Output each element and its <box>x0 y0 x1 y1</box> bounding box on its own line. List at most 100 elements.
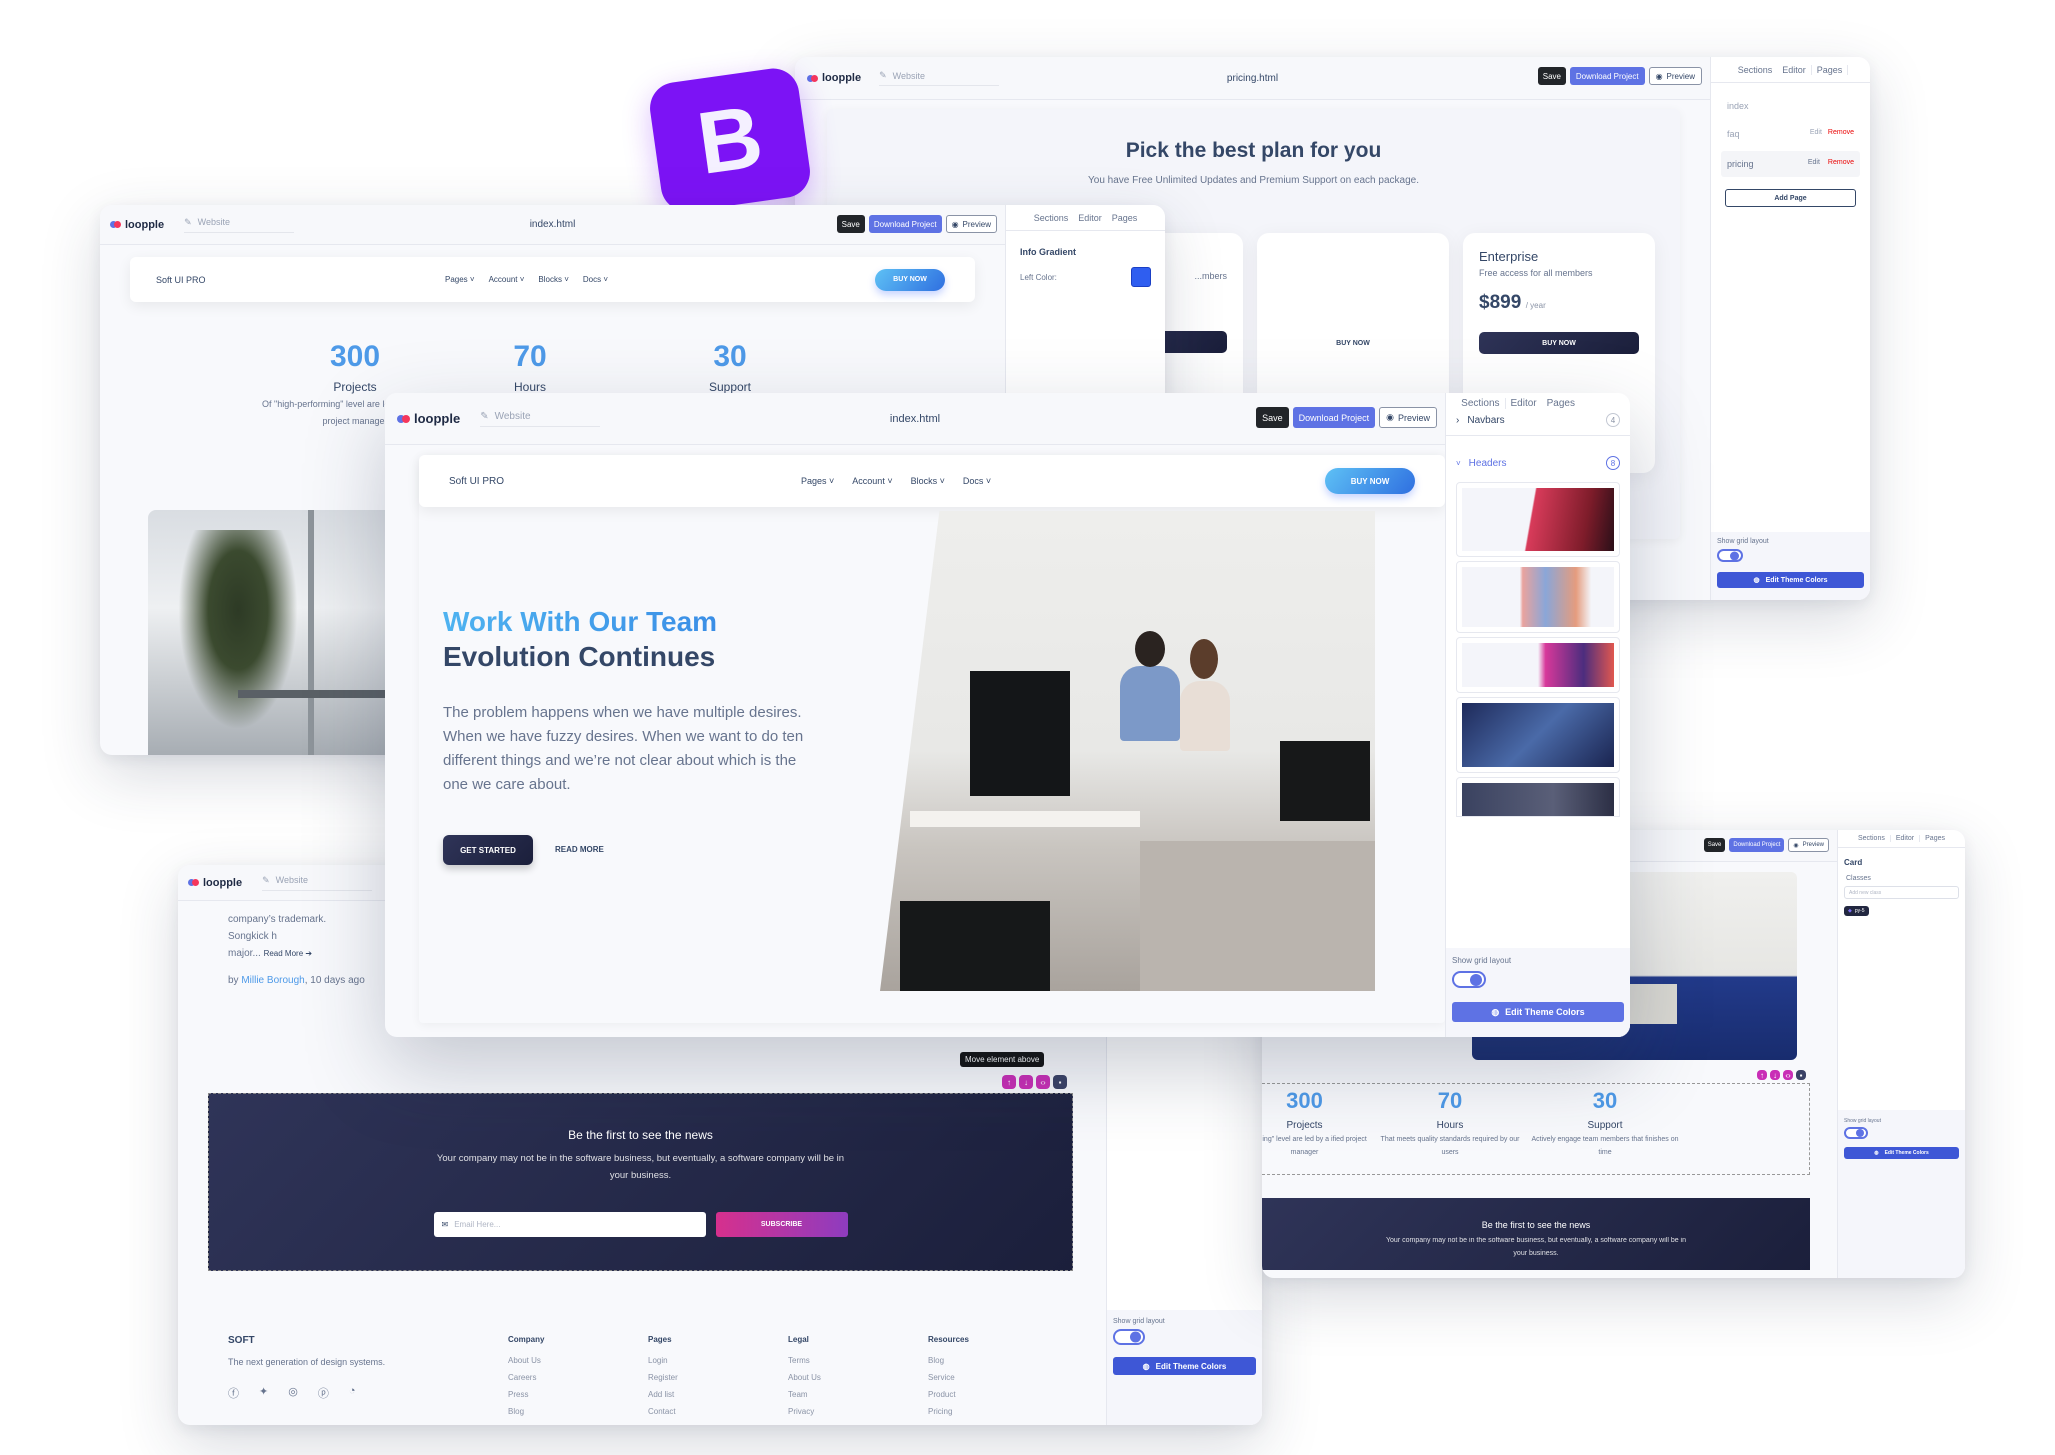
footer-link[interactable]: Press <box>508 1386 648 1403</box>
footer-link[interactable]: Register <box>648 1369 788 1386</box>
preview-button[interactable]: ◉ Preview <box>1788 838 1829 852</box>
nav-link-pages[interactable]: Pages ˅ <box>445 275 475 284</box>
edit-theme-colors-button[interactable]: ◍ Edit Theme Colors <box>1452 1002 1624 1022</box>
show-grid-toggle[interactable] <box>1844 1127 1868 1139</box>
read-more-button[interactable]: READ MORE <box>555 845 604 854</box>
edit-theme-colors-button[interactable]: ◍ Edit Theme Colors <box>1717 572 1864 588</box>
save-button[interactable]: Save <box>1256 407 1289 428</box>
header-thumb-3[interactable] <box>1456 637 1620 693</box>
author-link[interactable]: Millie Borough <box>241 975 304 986</box>
nav-link-account[interactable]: Account ˅ <box>489 275 525 284</box>
footer-link[interactable]: Blog <box>508 1403 648 1420</box>
download-project-button[interactable]: Download Project <box>868 215 942 233</box>
section-headers[interactable]: ˅ Headers 8 <box>1446 436 1630 478</box>
code-icon[interactable]: ‹› <box>1783 1070 1793 1080</box>
website-name-field[interactable]: ✎ Website <box>262 875 373 891</box>
move-down-icon[interactable]: ↓ <box>1770 1070 1780 1080</box>
section-navbars[interactable]: › Navbars 4 <box>1446 413 1630 436</box>
download-project-button[interactable]: Download Project <box>1729 838 1785 852</box>
add-class-input[interactable]: Add new class <box>1844 886 1959 899</box>
show-grid-toggle[interactable] <box>1717 549 1743 562</box>
tab-pages[interactable]: Pages <box>1542 398 1580 409</box>
preview-button[interactable]: ◉ Preview <box>945 215 997 233</box>
nav-link-blocks[interactable]: Blocks ˅ <box>911 476 945 486</box>
footer-link[interactable]: Careers <box>508 1369 648 1386</box>
brand-name[interactable]: Soft UI PRO <box>449 476 504 487</box>
instagram-icon[interactable]: ◎ <box>288 1385 298 1401</box>
code-icon[interactable]: ‹› <box>1036 1075 1050 1089</box>
page-item-pricing[interactable]: pricing Edit Remove <box>1721 151 1860 177</box>
footer-link[interactable]: About Us <box>788 1369 928 1386</box>
twitter-icon[interactable]: ✦ <box>259 1385 268 1401</box>
header-thumb-2[interactable] <box>1456 561 1620 633</box>
class-tag[interactable]: ◆ py-5 <box>1844 906 1869 916</box>
buy-now-button[interactable]: BUY NOW <box>1273 332 1433 354</box>
save-button[interactable]: Save <box>836 215 865 233</box>
loopple-logo[interactable]: loopple <box>110 219 164 231</box>
move-down-icon[interactable]: ↓ <box>1019 1075 1033 1089</box>
subscribe-button[interactable]: SUBSCRIBE <box>715 1212 848 1237</box>
delete-icon[interactable]: ▪ <box>1796 1070 1806 1080</box>
tab-sections[interactable]: Sections <box>1029 213 1074 223</box>
save-button[interactable]: Save <box>1703 838 1726 852</box>
loopple-logo[interactable]: loopple <box>397 411 460 426</box>
download-project-button[interactable]: Download Project <box>1569 67 1645 85</box>
footer-link[interactable]: Contact <box>648 1403 788 1420</box>
show-grid-toggle[interactable] <box>1452 971 1486 988</box>
footer-link[interactable]: Pricing <box>928 1403 1068 1420</box>
footer-link[interactable]: Product <box>928 1386 1068 1403</box>
save-button[interactable]: Save <box>1537 67 1566 85</box>
edit-page-link[interactable]: Edit <box>1810 129 1822 139</box>
remove-page-link[interactable]: Remove <box>1828 129 1854 139</box>
header-thumb-1[interactable] <box>1456 482 1620 557</box>
tab-sections[interactable]: Sections <box>1456 398 1504 409</box>
email-input[interactable]: ✉ Email Here... <box>433 1212 706 1237</box>
loopple-logo[interactable]: loopple <box>807 72 861 84</box>
preview-button[interactable]: ◉ Preview <box>1648 67 1702 85</box>
move-up-icon[interactable]: ↑ <box>1002 1075 1016 1089</box>
tab-editor[interactable]: Editor <box>1073 213 1107 223</box>
header-thumb-4[interactable] <box>1456 697 1620 773</box>
left-color-swatch[interactable] <box>1131 267 1151 287</box>
footer-link[interactable]: Terms <box>788 1352 928 1369</box>
edit-theme-colors-button[interactable]: ◍ Edit Theme Colors <box>1844 1147 1959 1159</box>
brand-name[interactable]: Soft UI PRO <box>156 275 206 285</box>
github-icon[interactable]: ◔ <box>349 1385 356 1401</box>
nav-link-docs[interactable]: Docs ˅ <box>963 476 991 486</box>
footer-link[interactable]: Service <box>928 1369 1068 1386</box>
facebook-icon[interactable]: ⓕ <box>228 1385 239 1401</box>
footer-link[interactable]: About Us <box>508 1352 648 1369</box>
website-name-field[interactable]: ✎ Website <box>480 411 601 427</box>
move-up-icon[interactable]: ↑ <box>1757 1070 1767 1080</box>
buy-now-button[interactable]: BUY NOW <box>1325 468 1415 494</box>
nav-link-pages[interactable]: Pages ˅ <box>801 476 834 486</box>
nav-link-blocks[interactable]: Blocks ˅ <box>538 275 568 284</box>
website-name-field[interactable]: ✎ Website <box>879 70 1000 86</box>
footer-link[interactable]: Add list <box>648 1386 788 1403</box>
pinterest-icon[interactable]: ⓟ <box>318 1385 329 1401</box>
edit-theme-colors-button[interactable]: ◍ Edit Theme Colors <box>1113 1357 1256 1375</box>
download-project-button[interactable]: Download Project <box>1292 407 1376 428</box>
tab-editor[interactable]: Editor <box>1777 65 1811 75</box>
show-grid-toggle[interactable] <box>1113 1329 1145 1345</box>
tab-sections[interactable]: Sections <box>1733 65 1778 75</box>
buy-now-button[interactable]: BUY NOW <box>1479 332 1639 354</box>
loopple-logo[interactable]: loopple <box>188 877 242 889</box>
header-thumb-5[interactable] <box>1456 777 1620 817</box>
tab-sections[interactable]: Sections <box>1853 835 1890 842</box>
tab-pages[interactable]: Pages <box>1107 213 1143 223</box>
page-item-index[interactable]: index <box>1711 83 1870 111</box>
remove-page-link[interactable]: Remove <box>1828 159 1854 169</box>
preview-button[interactable]: ◉ Preview <box>1379 407 1437 428</box>
add-page-button[interactable]: Add Page <box>1725 189 1856 207</box>
tab-pages[interactable]: Pages <box>1810 64 1849 75</box>
footer-link[interactable]: Login <box>648 1352 788 1369</box>
page-item-faq[interactable]: faq Edit Remove <box>1711 111 1870 139</box>
website-name-field[interactable]: ✎ Website <box>184 217 295 233</box>
edit-page-link[interactable]: Edit <box>1808 159 1820 169</box>
footer-link[interactable]: Team <box>788 1386 928 1403</box>
read-more-link[interactable]: Read More ➔ <box>264 949 313 958</box>
tab-editor[interactable]: Editor <box>1504 397 1542 409</box>
footer-link[interactable]: Blog <box>928 1352 1068 1369</box>
buy-now-button[interactable]: BUY NOW <box>875 268 945 291</box>
